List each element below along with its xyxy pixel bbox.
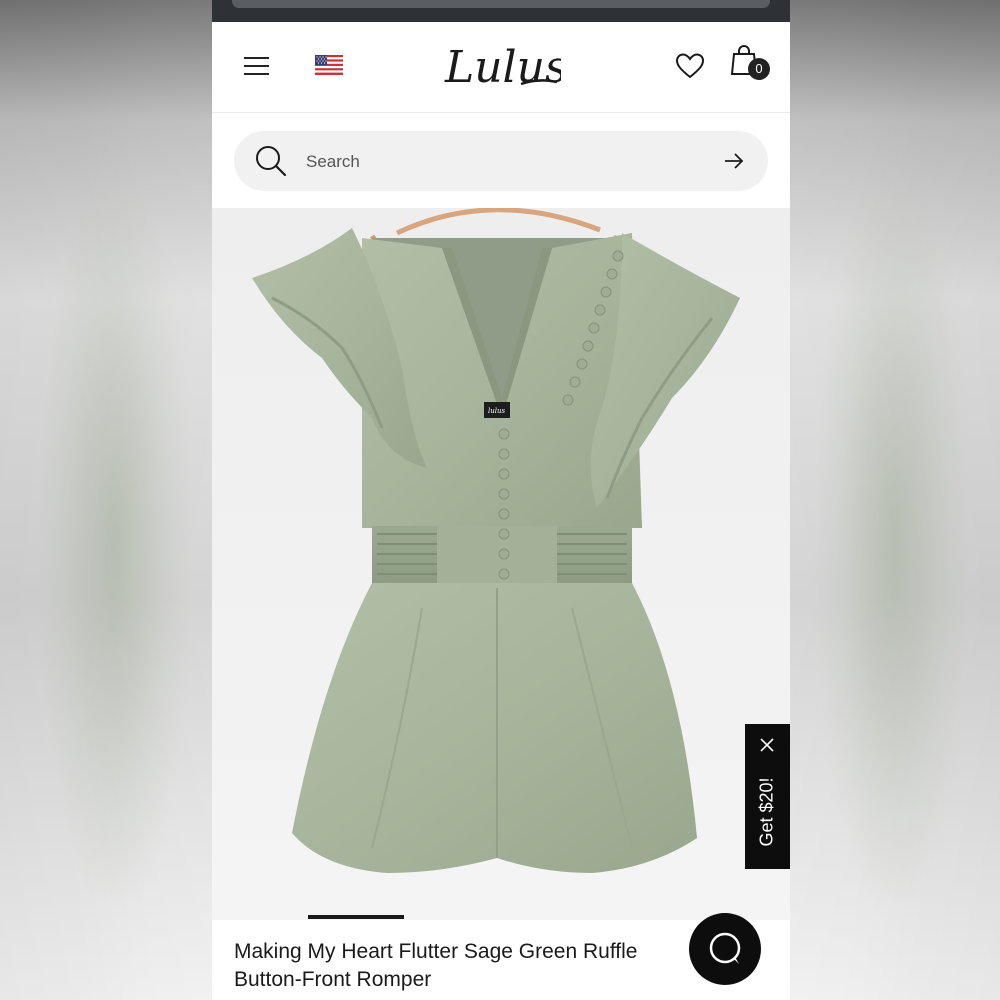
blurred-dress-right <box>818 180 968 900</box>
promo-tab[interactable]: Get $20! <box>745 724 790 869</box>
arrow-right-icon[interactable] <box>722 149 746 173</box>
cart-count-badge: 0 <box>748 58 770 80</box>
chat-button[interactable] <box>689 913 761 985</box>
address-bar-edge <box>232 0 770 8</box>
hamburger-menu-icon[interactable] <box>242 52 272 78</box>
heart-icon[interactable] <box>674 50 706 82</box>
shopping-bag-icon[interactable]: 0 <box>730 44 770 84</box>
hanger <box>395 208 601 236</box>
garment-label-text: lulus <box>488 407 505 415</box>
chat-bubble-icon <box>709 932 741 964</box>
close-icon[interactable] <box>756 734 778 756</box>
romper-illustration: lulus <box>252 208 740 873</box>
us-flag-icon[interactable] <box>315 55 343 75</box>
search-icon <box>254 144 288 178</box>
screenshot-canvas: Lulus 0 Search lulus Get $20! Making My … <box>0 0 1000 1000</box>
search-bar[interactable] <box>234 131 768 191</box>
site-header: Lulus 0 <box>212 22 790 113</box>
carousel-indicator[interactable] <box>308 915 404 919</box>
lulus-logo[interactable]: Lulus <box>441 38 568 96</box>
browser-top-bar <box>212 0 790 22</box>
product-image[interactable]: lulus <box>212 208 790 920</box>
blurred-dress-left <box>40 180 190 900</box>
blurred-background-right <box>788 0 1000 1000</box>
promo-label[interactable]: Get $20! <box>757 777 778 846</box>
search-section <box>212 113 790 208</box>
search-input[interactable] <box>304 146 688 178</box>
phone-screen: Lulus 0 Search lulus Get $20! Making My … <box>212 0 790 1000</box>
blurred-background-left <box>0 0 212 1000</box>
logo-text: Lulus <box>444 42 561 93</box>
